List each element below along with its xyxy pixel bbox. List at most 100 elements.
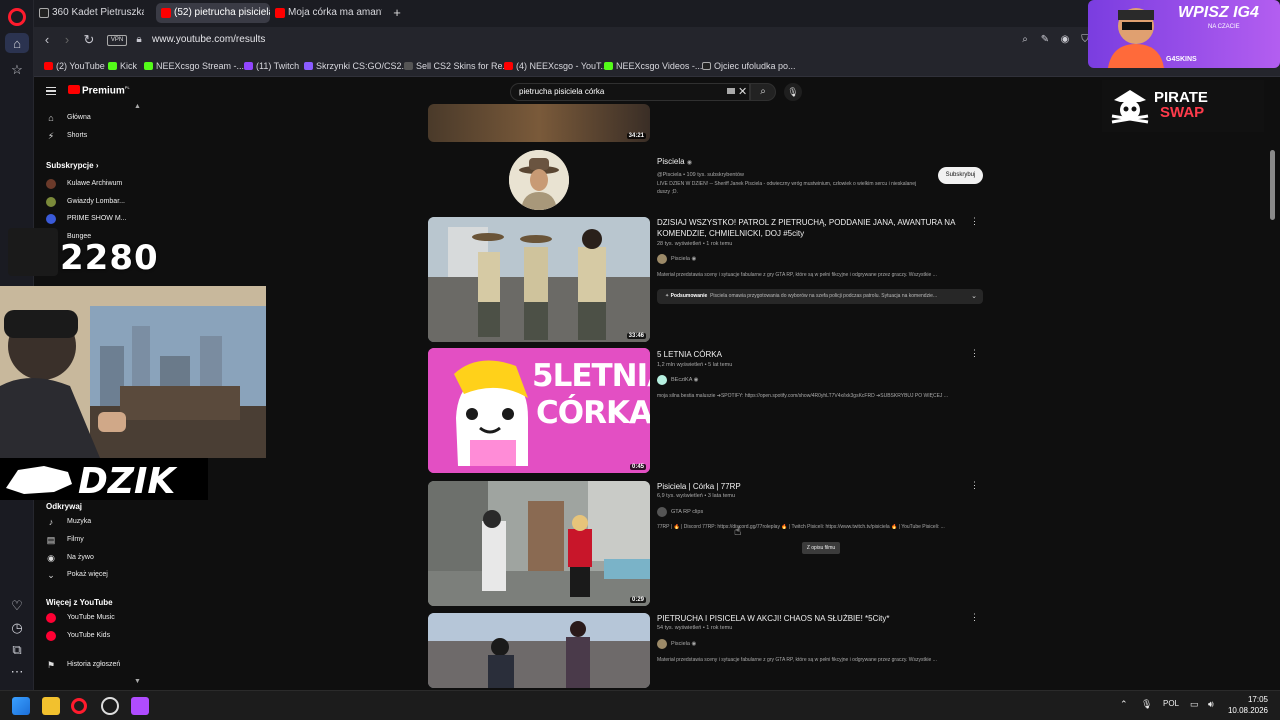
video-meta: 1,2 mln wyświetleń • 5 lat temu <box>657 362 733 368</box>
video-title[interactable]: Pisiciela | Córka | 77RP <box>657 481 957 492</box>
sidebar-item-shorts[interactable]: ⚡︎ Shorts <box>46 129 87 143</box>
new-tab-button[interactable]: + <box>390 6 404 20</box>
bookmark-item[interactable]: Kick <box>108 59 137 73</box>
video-thumbnail[interactable]: 33:46 <box>428 217 650 342</box>
video-channel[interactable]: GTA RP clips <box>657 507 703 517</box>
video-title[interactable]: DZISIAJ WSZYSTKO! PATROL Z PIETRUCHĄ, PO… <box>657 217 957 239</box>
subscription-item[interactable]: Gwiazdy Lombar... <box>46 195 125 209</box>
video-channel[interactable]: Pisciela ◉ <box>657 639 696 649</box>
sidebar-item-show-more[interactable]: ⌄ Pokaż więcej <box>46 568 108 582</box>
search-input[interactable]: pietrucha pisiciela córka ✕ <box>510 83 750 101</box>
bookmark-label: (2) YouTube <box>56 61 105 71</box>
language-indicator[interactable]: POL <box>1163 699 1179 708</box>
keyboard-icon[interactable] <box>727 88 735 94</box>
obs-icon[interactable] <box>131 697 149 715</box>
thumbnail-image <box>428 481 650 606</box>
bookmark-item[interactable]: (4) NEEXcsgo - YouT... <box>504 59 608 73</box>
video-channel[interactable]: BEcziKA ◉ <box>657 375 698 385</box>
search-icon[interactable]: ⌕ <box>1019 34 1031 46</box>
bookmark-item[interactable]: NEEXcsgo Stream -... <box>144 59 244 73</box>
subscriptions-header[interactable]: Subskrypcje › <box>46 161 98 170</box>
vpn-badge[interactable]: VPN <box>107 35 127 46</box>
clear-search-icon[interactable]: ✕ <box>738 85 747 98</box>
viewer-counter: 2280 <box>60 238 159 278</box>
more-options-icon[interactable]: ⋮ <box>970 480 979 491</box>
sidebar-item-home[interactable]: ⌂ Główna <box>46 111 90 125</box>
network-icon[interactable]: ▭ <box>1190 699 1199 710</box>
more-icon[interactable]: ⋯ <box>9 664 25 680</box>
video-meta: 6,9 tys. wyświetleń • 3 lata temu <box>657 493 736 499</box>
extensions-icon[interactable]: ⧉ <box>9 642 25 658</box>
bookmark-item[interactable]: Ojciec ufoludka po... <box>702 59 796 73</box>
more-options-icon[interactable]: ⋮ <box>970 612 979 623</box>
sidebar-item-report-history[interactable]: ⚑ Historia zgłoszeń <box>46 658 120 672</box>
bookmark-item[interactable]: (11) Twitch <box>244 59 299 73</box>
subscription-item[interactable]: Kulawe Archiwum <box>46 177 122 191</box>
channel-name[interactable]: Pisciela ◉ <box>657 156 957 169</box>
microphone-tray-icon[interactable]: 🎙︎ <box>1141 699 1152 710</box>
back-button[interactable]: ‹ <box>40 33 54 47</box>
shorts-icon: ⚡︎ <box>47 131 55 141</box>
bookmark-item[interactable]: Sell CS2 Skins for Re... <box>404 59 510 73</box>
url-field[interactable]: www.youtube.com/results <box>152 34 265 45</box>
reload-button[interactable]: ↻ <box>82 33 96 47</box>
edit-icon[interactable]: ✎ <box>1039 34 1051 46</box>
live-icon: ◉ <box>47 553 55 563</box>
heart-icon[interactable]: ♡ <box>9 598 25 614</box>
video-thumbnail[interactable] <box>428 613 650 688</box>
youtube-icon <box>161 8 171 18</box>
sidebar-item-youtube-music[interactable]: YouTube Music <box>46 611 115 625</box>
scroll-down-icon[interactable]: ▼ <box>134 678 141 685</box>
chevron-down-icon[interactable]: ⌄ <box>971 289 977 304</box>
subscribe-button[interactable]: Subskrybuj <box>938 167 983 184</box>
lock-icon[interactable]: 🔒︎ <box>132 33 146 47</box>
bookmark-item[interactable]: Skrzynki CS:GO/CS2... <box>304 59 409 73</box>
sidebar-item-live[interactable]: ◉ Na żywo <box>46 551 94 565</box>
opera-icon[interactable] <box>71 698 87 714</box>
bookmark-label: Sell CS2 Skins for Re... <box>416 61 511 71</box>
forward-button[interactable]: › <box>60 33 74 47</box>
opera-logo-icon[interactable] <box>8 8 26 26</box>
video-title[interactable]: 5 LETNIA CÓRKA <box>657 349 957 360</box>
subscription-item[interactable]: PRIME SHOW M... <box>46 212 127 226</box>
page-scrollbar[interactable] <box>1270 150 1275 220</box>
tab-1[interactable]: 360 Kadet Pietruszka #gta <box>34 3 144 23</box>
video-thumbnail[interactable]: 0:29 <box>428 481 650 606</box>
tab-3[interactable]: Moja córka ma amanta! 3 <box>270 3 382 23</box>
channel-avatar[interactable] <box>509 150 569 210</box>
windows-start-icon[interactable] <box>12 697 30 715</box>
history-icon[interactable]: ◷ <box>9 620 25 636</box>
video-thumbnail[interactable]: 5LETNIA CÓRKA 0:45 <box>428 348 650 473</box>
search-button[interactable]: ⌕ <box>750 83 776 101</box>
clock[interactable]: 17:05 10.08.2026 <box>1224 694 1268 716</box>
case-icon <box>304 62 313 70</box>
channel-avatar <box>657 375 667 385</box>
tab-label: Moja córka ma amanta! 3 <box>288 7 382 18</box>
file-explorer-icon[interactable] <box>42 697 60 715</box>
tab-2-active[interactable]: (52) pietrucha pisiciela có <box>156 3 270 23</box>
channel-meta: @Pisciela • 109 tys. subskrybentów <box>657 172 744 178</box>
more-options-icon[interactable]: ⋮ <box>970 216 979 227</box>
microphone-icon[interactable]: 🎙︎ <box>784 83 802 101</box>
video-thumbnail[interactable]: 34:21 <box>428 104 650 142</box>
pinboard-icon[interactable]: ☆ <box>9 62 25 78</box>
bookmark-item[interactable]: NEEXcsgo Videos -... <box>604 59 702 73</box>
sidebar-item-music[interactable]: ♪ Muzyka <box>46 515 91 529</box>
hamburger-menu-icon[interactable] <box>46 87 56 95</box>
scroll-up-icon[interactable]: ▲ <box>134 103 141 110</box>
app-icon[interactable] <box>101 697 119 715</box>
youtube-premium-logo[interactable]: PremiumPL <box>68 85 130 96</box>
bookmark-item[interactable]: (2) YouTube <box>44 59 105 73</box>
tray-expand-icon[interactable]: ⌃ <box>1120 699 1128 710</box>
more-options-icon[interactable]: ⋮ <box>970 348 979 359</box>
video-channel[interactable]: Pisciela ◉ <box>657 254 696 264</box>
video-title[interactable]: PIETRUCHA I PISICELA W AKCJI! CHAOS NA S… <box>657 613 957 624</box>
sidebar-label: Gwiazdy Lombar... <box>67 198 125 205</box>
volume-icon[interactable]: 🔊︎ <box>1208 699 1214 710</box>
channel-avatar <box>657 254 667 264</box>
home-icon[interactable]: ⌂ <box>9 36 25 52</box>
ai-summary[interactable]: ✦ Podsumowanie Pisciela omawia przygotow… <box>657 289 983 304</box>
sidebar-item-movies[interactable]: ▤ Filmy <box>46 533 84 547</box>
sidebar-item-youtube-kids[interactable]: YouTube Kids <box>46 629 110 643</box>
camera-icon[interactable]: ◉ <box>1059 34 1071 46</box>
